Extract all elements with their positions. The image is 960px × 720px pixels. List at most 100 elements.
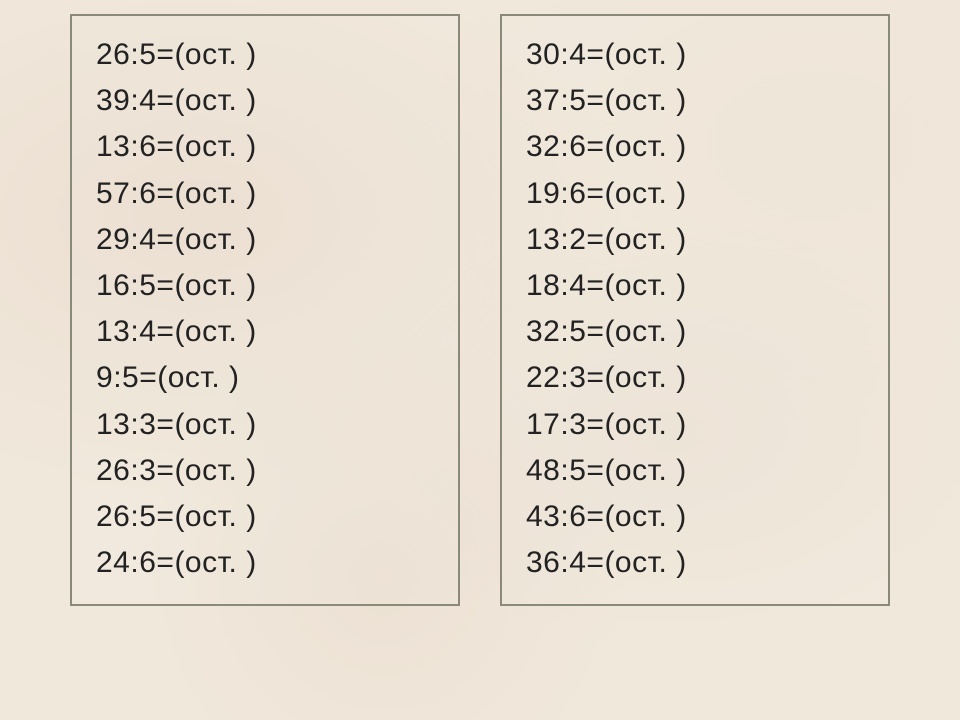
dividend: 36 — [526, 546, 560, 579]
divisor: 3 — [569, 408, 586, 441]
dividend: 26 — [96, 500, 130, 533]
remainder-label: (ост. ) — [174, 315, 256, 348]
colon: : — [130, 540, 139, 586]
problem-row: 17 : 3 = (ост. ) — [526, 402, 864, 448]
remainder-label: (ост. ) — [174, 130, 256, 163]
problem-row: 13 : 4 = (ост. ) — [96, 309, 434, 355]
remainder-label: (ост. ) — [604, 361, 686, 394]
equals: = — [156, 402, 174, 448]
remainder-label: (ост. ) — [174, 84, 256, 117]
dividend: 29 — [96, 223, 130, 256]
dividend: 43 — [526, 500, 560, 533]
colon: : — [130, 32, 139, 78]
colon: : — [560, 540, 569, 586]
remainder-label: (ост. ) — [174, 454, 256, 487]
divisor: 4 — [139, 315, 156, 348]
remainder-label: (ост. ) — [604, 84, 686, 117]
colon: : — [130, 171, 139, 217]
colon: : — [560, 263, 569, 309]
problem-row: 9 : 5 = (ост. ) — [96, 355, 434, 401]
problem-row: 26 : 5 = (ост. ) — [96, 494, 434, 540]
problem-row: 30 : 4 = (ост. ) — [526, 32, 864, 78]
divisor: 4 — [139, 84, 156, 117]
colon: : — [130, 402, 139, 448]
divisor: 6 — [569, 500, 586, 533]
equals: = — [586, 402, 604, 448]
equals: = — [586, 78, 604, 124]
remainder-label: (ост. ) — [174, 408, 256, 441]
divisor: 3 — [139, 408, 156, 441]
divisor: 5 — [569, 454, 586, 487]
problem-row: 43 : 6 = (ост. ) — [526, 494, 864, 540]
colon: : — [560, 494, 569, 540]
remainder-label: (ост. ) — [604, 269, 686, 302]
equals: = — [156, 124, 174, 170]
remainder-label: (ост. ) — [174, 500, 256, 533]
equals: = — [586, 263, 604, 309]
dividend: 57 — [96, 177, 130, 210]
equals: = — [586, 217, 604, 263]
equals: = — [156, 448, 174, 494]
equals: = — [156, 78, 174, 124]
remainder-label: (ост. ) — [604, 38, 686, 71]
divisor: 5 — [569, 315, 586, 348]
dividend: 24 — [96, 546, 130, 579]
colon: : — [130, 263, 139, 309]
equals: = — [156, 540, 174, 586]
dividend: 32 — [526, 130, 560, 163]
dividend: 26 — [96, 454, 130, 487]
colon: : — [560, 171, 569, 217]
problem-row: 39 : 4 = (ост. ) — [96, 78, 434, 124]
equals: = — [156, 494, 174, 540]
remainder-label: (ост. ) — [174, 546, 256, 579]
remainder-label: (ост. ) — [604, 315, 686, 348]
equals: = — [156, 171, 174, 217]
dividend: 48 — [526, 454, 560, 487]
colon: : — [130, 78, 139, 124]
equals: = — [586, 540, 604, 586]
problem-row: 19 : 6 = (ост. ) — [526, 171, 864, 217]
divisor: 3 — [569, 361, 586, 394]
remainder-label: (ост. ) — [604, 408, 686, 441]
colon: : — [130, 217, 139, 263]
divisor: 6 — [139, 177, 156, 210]
colon: : — [130, 448, 139, 494]
remainder-label: (ост. ) — [604, 223, 686, 256]
dividend: 13 — [96, 130, 130, 163]
colon: : — [560, 309, 569, 355]
colon: : — [560, 124, 569, 170]
equals: = — [156, 309, 174, 355]
divisor: 5 — [139, 500, 156, 533]
problem-row: 32 : 6 = (ост. ) — [526, 124, 864, 170]
colon: : — [130, 494, 139, 540]
problem-row: 13 : 6 = (ост. ) — [96, 124, 434, 170]
equals: = — [586, 309, 604, 355]
divisor: 6 — [139, 130, 156, 163]
problem-row: 26 : 5 = (ост. ) — [96, 32, 434, 78]
problem-row: 18 : 4 = (ост. ) — [526, 263, 864, 309]
equals: = — [586, 448, 604, 494]
left-card: 26 : 5 = (ост. ) 39 : 4 = (ост. ) 13 : 6… — [70, 14, 460, 606]
dividend: 13 — [526, 223, 560, 256]
equals: = — [586, 124, 604, 170]
problem-row: 36 : 4 = (ост. ) — [526, 540, 864, 586]
divisor: 6 — [139, 546, 156, 579]
remainder-label: (ост. ) — [174, 269, 256, 302]
remainder-label: (ост. ) — [604, 177, 686, 210]
divisor: 2 — [569, 223, 586, 256]
dividend: 9 — [96, 361, 113, 394]
problem-row: 57 : 6 = (ост. ) — [96, 171, 434, 217]
dividend: 26 — [96, 38, 130, 71]
colon: : — [113, 355, 122, 401]
divisor: 5 — [122, 361, 139, 394]
problem-row: 37 : 5 = (ост. ) — [526, 78, 864, 124]
equals: = — [586, 171, 604, 217]
divisor: 4 — [139, 223, 156, 256]
divisor: 3 — [139, 454, 156, 487]
dividend: 13 — [96, 408, 130, 441]
equals: = — [586, 355, 604, 401]
colon: : — [130, 124, 139, 170]
remainder-label: (ост. ) — [604, 454, 686, 487]
dividend: 32 — [526, 315, 560, 348]
colon: : — [560, 402, 569, 448]
